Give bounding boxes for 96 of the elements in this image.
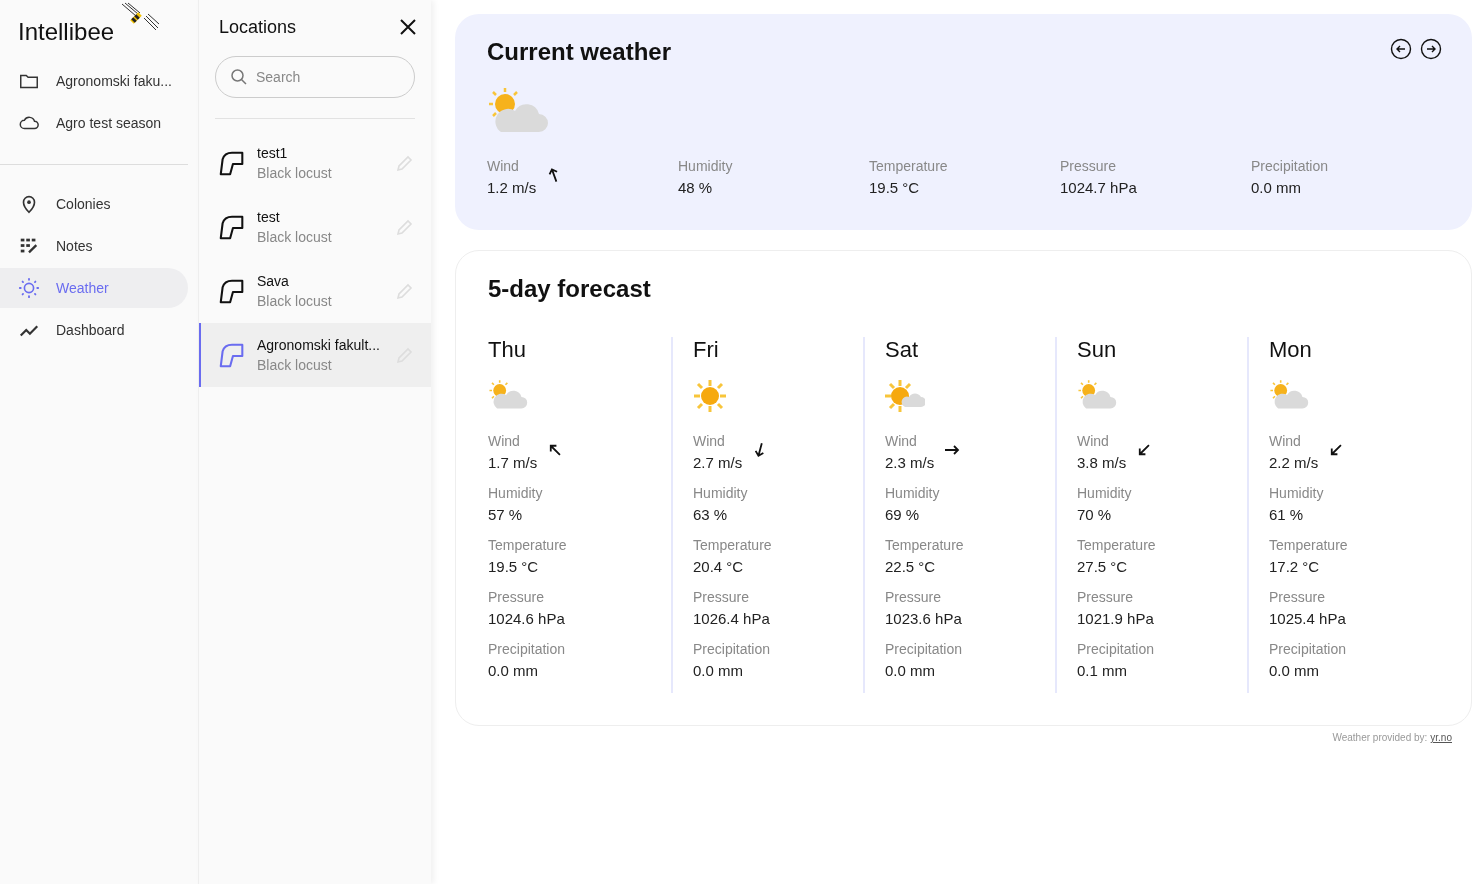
- day-name: Thu: [488, 337, 527, 363]
- stat-label: Temperature: [1269, 537, 1349, 553]
- stat-label: Precipitation: [885, 641, 964, 657]
- stat-label: Temperature: [693, 537, 773, 553]
- stat-label: Precipitation: [693, 641, 772, 657]
- day-name: Sun: [1077, 337, 1118, 363]
- stat-label: Pressure: [488, 589, 546, 605]
- stat-value: 1026.4 hPa: [693, 610, 770, 627]
- stat-value: 1021.9 hPa: [1077, 610, 1154, 627]
- stat-label: Humidity: [1269, 485, 1325, 501]
- stat-label: Humidity: [1077, 485, 1133, 501]
- stat-value: 1.7 m/s: [488, 454, 538, 471]
- stat-label: Wind: [885, 433, 918, 449]
- stat-value: 0.0 mm: [1251, 179, 1301, 196]
- location-crop: Black locust: [257, 293, 333, 309]
- stat-label: Precipitation: [1077, 641, 1156, 657]
- pencil-icon[interactable]: [395, 281, 415, 301]
- stat-label: Wind: [1077, 433, 1110, 449]
- stat-value: 0.0 mm: [1269, 662, 1319, 679]
- stat-value: 2.2 m/s: [1269, 454, 1319, 471]
- project-nav-item[interactable]: Agronomski faku...: [0, 61, 188, 101]
- stat-value: 1024.6 hPa: [488, 610, 565, 627]
- stat-label: Wind: [488, 433, 521, 449]
- search-field[interactable]: Search: [215, 56, 415, 98]
- location-crop: Black locust: [257, 165, 333, 181]
- stat-value: 57 %: [488, 506, 523, 523]
- close-icon[interactable]: [400, 19, 416, 35]
- stat-label: Temperature: [869, 158, 949, 174]
- stat-label: Pressure: [1269, 589, 1327, 605]
- stat-value: 63 %: [693, 506, 728, 523]
- stat-value: 20.4 °C: [693, 558, 744, 575]
- stat-value: 1023.6 hPa: [885, 610, 962, 627]
- stat-value: 22.5 °C: [885, 558, 936, 575]
- stat-label: Temperature: [488, 537, 568, 553]
- stat-label: Humidity: [488, 485, 544, 501]
- stat-label: Temperature: [1077, 537, 1157, 553]
- stat-value: 61 %: [1269, 506, 1304, 523]
- stat-value: 69 %: [885, 506, 920, 523]
- stat-label: Wind: [693, 433, 726, 449]
- location-crop: Black locust: [257, 357, 333, 373]
- stat-value: 19.5 °C: [488, 558, 539, 575]
- stat-value: 0.0 mm: [885, 662, 935, 679]
- stat-label: Pressure: [1077, 589, 1135, 605]
- stat-value: 0.0 mm: [488, 662, 538, 679]
- location-name: Sava: [257, 273, 290, 289]
- day-name: Mon: [1269, 337, 1313, 363]
- stat-value: 3.8 m/s: [1077, 454, 1127, 471]
- project-nav-item[interactable]: Agro test season: [0, 103, 188, 143]
- location-list-item[interactable]: test1 Black locust: [199, 131, 431, 195]
- stat-value: 1025.4 hPa: [1269, 610, 1346, 627]
- stat-value: 0.0 mm: [693, 662, 743, 679]
- stat-value: 48 %: [678, 179, 713, 196]
- stat-value: 0.1 mm: [1077, 662, 1127, 679]
- nav-item[interactable]: Dashboard: [0, 310, 188, 350]
- nav-item[interactable]: Notes: [0, 226, 188, 266]
- stat-label: Pressure: [693, 589, 751, 605]
- stat-value: 1024.7 hPa: [1060, 179, 1137, 196]
- location-name: test: [257, 209, 281, 225]
- stat-value: 1.2 m/s: [487, 179, 537, 196]
- stat-label: Precipitation: [1251, 158, 1330, 174]
- search-icon: [230, 68, 248, 86]
- stat-label: Humidity: [885, 485, 941, 501]
- location-name: test1: [257, 145, 289, 161]
- location-list-item[interactable]: Agronomski fakult... Black locust: [199, 323, 431, 387]
- nav-item[interactable]: Colonies: [0, 184, 188, 224]
- nav-item[interactable]: Weather: [0, 268, 188, 308]
- location-list-item[interactable]: test Black locust: [199, 195, 431, 259]
- location-list-item[interactable]: Sava Black locust: [199, 259, 431, 323]
- stat-label: Precipitation: [1269, 641, 1348, 657]
- location-crop: Black locust: [257, 229, 333, 245]
- pencil-icon[interactable]: [395, 153, 415, 173]
- stat-label: Humidity: [678, 158, 734, 174]
- stat-value: 70 %: [1077, 506, 1112, 523]
- sun-icon: [18, 277, 40, 299]
- pencil-icon[interactable]: [395, 217, 415, 237]
- app-logo-text: Intellibee: [18, 18, 115, 46]
- card-title: Current weather: [487, 38, 672, 66]
- stat-value: 2.3 m/s: [885, 454, 935, 471]
- stat-value: 2.7 m/s: [693, 454, 743, 471]
- panel-title: Locations: [219, 16, 297, 38]
- credit-text: Weather provided by:: [1332, 732, 1428, 743]
- stat-label: Pressure: [885, 589, 943, 605]
- stat-label: Humidity: [693, 485, 749, 501]
- stat-label: Wind: [487, 158, 520, 174]
- provider-link[interactable]: yr.no: [1430, 732, 1452, 743]
- stat-value: 27.5 °C: [1077, 558, 1128, 575]
- card-title: 5-day forecast: [488, 275, 651, 302]
- day-name: Fri: [693, 337, 720, 363]
- day-name: Sat: [885, 337, 920, 363]
- stat-label: Pressure: [1060, 158, 1118, 174]
- stat-value: 19.5 °C: [869, 179, 920, 196]
- stat-label: Precipitation: [488, 641, 567, 657]
- stat-label: Temperature: [885, 537, 965, 553]
- stat-label: Wind: [1269, 433, 1302, 449]
- location-name: Agronomski fakult...: [257, 337, 381, 353]
- stat-value: 17.2 °C: [1269, 558, 1320, 575]
